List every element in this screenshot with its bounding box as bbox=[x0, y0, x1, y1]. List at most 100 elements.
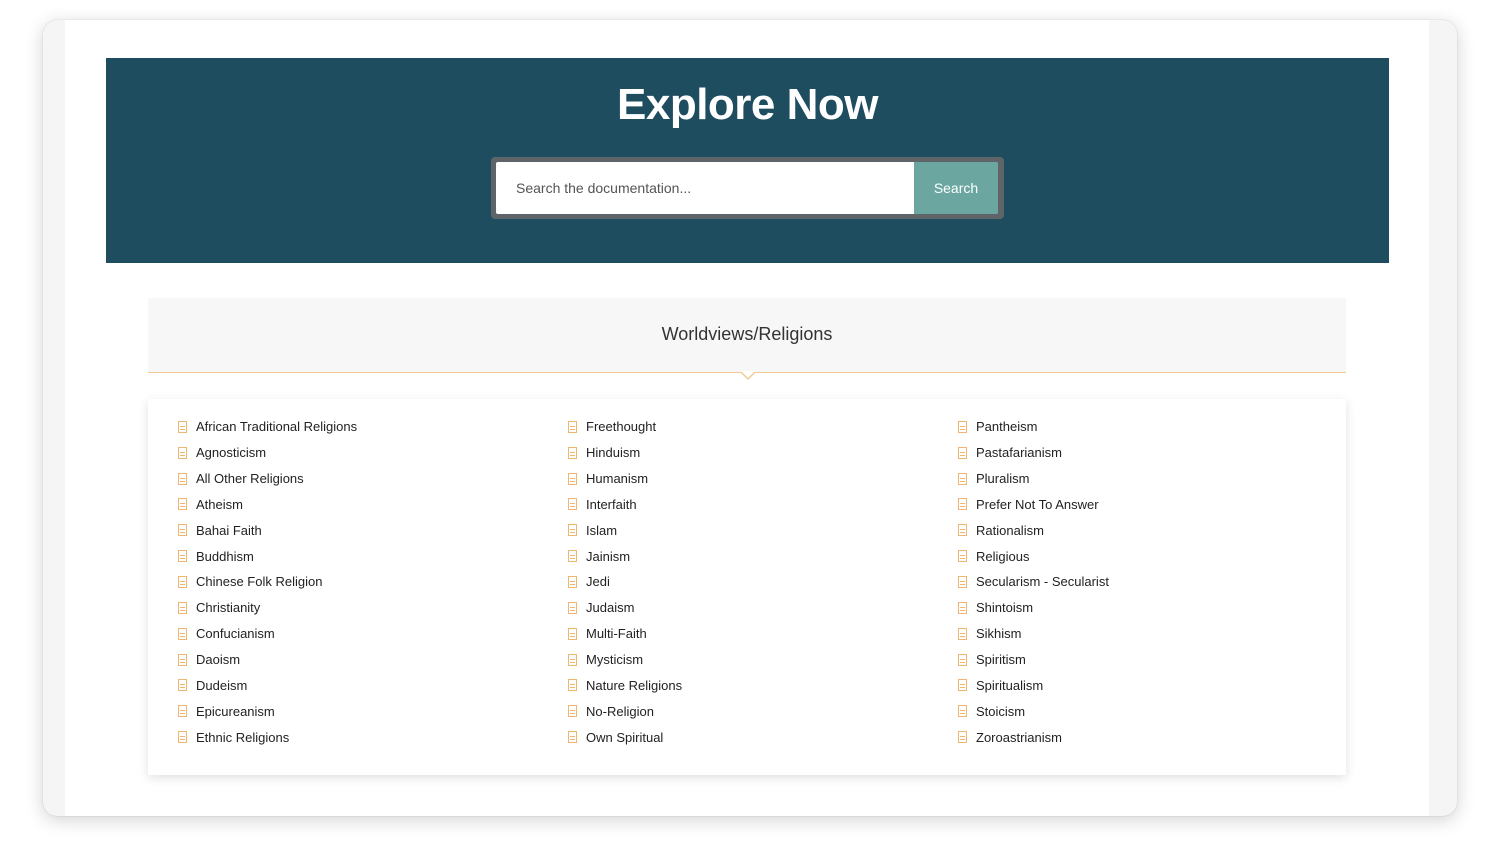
list-item[interactable]: Judaism bbox=[568, 595, 948, 621]
list-item-label: Freethought bbox=[586, 419, 657, 435]
document-icon bbox=[958, 731, 967, 744]
list-item-label: Shintoism bbox=[976, 600, 1034, 616]
list-item-label: Dudeism bbox=[196, 677, 248, 693]
list-item[interactable]: Nature Religions bbox=[568, 672, 948, 698]
list-item-label: Islam bbox=[586, 522, 618, 538]
list-item[interactable]: No-Religion bbox=[568, 698, 948, 724]
list-item[interactable]: Prefer Not To Answer bbox=[958, 492, 1338, 518]
document-icon bbox=[178, 575, 187, 588]
list-item[interactable]: Jainism bbox=[568, 543, 948, 569]
list-item[interactable]: Secularism - Secularist bbox=[958, 569, 1338, 595]
document-icon bbox=[178, 705, 187, 718]
list-item[interactable]: Spiritualism bbox=[958, 672, 1338, 698]
document-icon bbox=[958, 575, 967, 588]
list-item[interactable]: Religious bbox=[958, 543, 1338, 569]
list-item[interactable]: Chinese Folk Religion bbox=[178, 569, 558, 595]
category-title: Worldviews/Religions bbox=[661, 324, 833, 344]
list-item[interactable]: Humanism bbox=[568, 466, 948, 492]
list-item[interactable]: Mysticism bbox=[568, 647, 948, 673]
list-item-label: Mysticism bbox=[586, 652, 644, 668]
list-item[interactable]: Pantheism bbox=[958, 414, 1338, 440]
list-item-label: Daoism bbox=[196, 652, 241, 668]
list-item-label: Pastafarianism bbox=[976, 445, 1062, 461]
list-item[interactable]: Jedi bbox=[568, 569, 948, 595]
list-item[interactable]: All Other Religions bbox=[178, 466, 558, 492]
list-item[interactable]: Rationalism bbox=[958, 517, 1338, 543]
article-list: African Traditional Religions Agnosticism… bbox=[148, 399, 1346, 775]
list-item[interactable]: Christianity bbox=[178, 595, 558, 621]
list-item[interactable]: Daoism bbox=[178, 647, 558, 673]
list-item[interactable]: Zoroastrianism bbox=[958, 724, 1338, 750]
document-icon bbox=[178, 472, 187, 485]
list-item-label: No-Religion bbox=[586, 703, 654, 719]
list-item-label: Epicureanism bbox=[196, 703, 275, 719]
list-item-label: Ethnic Religions bbox=[196, 729, 290, 745]
document-icon bbox=[178, 731, 187, 744]
list-item-label: Secularism - Secularist bbox=[976, 574, 1109, 590]
document-icon bbox=[178, 446, 187, 459]
document-icon bbox=[958, 498, 967, 511]
list-item-label: Nature Religions bbox=[586, 677, 683, 693]
list-item-label: Stoicism bbox=[976, 703, 1026, 719]
list-item[interactable]: Own Spiritual bbox=[568, 724, 948, 750]
list-item[interactable]: Agnosticism bbox=[178, 440, 558, 466]
list-item[interactable]: Confucianism bbox=[178, 621, 558, 647]
article-column-2: Freethought Hinduism Humanism Interfaith Isl… bbox=[568, 414, 948, 750]
document-icon bbox=[958, 446, 967, 459]
list-item[interactable]: Shintoism bbox=[958, 595, 1338, 621]
document-icon bbox=[568, 575, 577, 588]
browser-window: Explore Now Search Worldviews/Religions … bbox=[43, 20, 1457, 816]
list-item-label: Religious bbox=[976, 548, 1030, 564]
list-item-label: Spiritism bbox=[976, 652, 1026, 668]
list-item[interactable]: Buddhism bbox=[178, 543, 558, 569]
list-item[interactable]: Bahai Faith bbox=[178, 517, 558, 543]
document-icon bbox=[958, 653, 967, 666]
list-item-label: Atheism bbox=[196, 496, 243, 512]
list-item[interactable]: Stoicism bbox=[958, 698, 1338, 724]
list-item-label: Sikhism bbox=[976, 626, 1022, 642]
list-item-label: Zoroastrianism bbox=[976, 729, 1062, 745]
search-input[interactable] bbox=[496, 162, 914, 214]
page-content: Explore Now Search Worldviews/Religions … bbox=[65, 20, 1429, 816]
search-button[interactable]: Search bbox=[914, 162, 998, 214]
document-icon bbox=[958, 679, 967, 692]
list-item-label: African Traditional Religions bbox=[196, 419, 358, 435]
list-item-label: Spiritualism bbox=[976, 677, 1044, 693]
list-item-label: Pluralism bbox=[976, 471, 1030, 487]
document-icon bbox=[568, 420, 577, 433]
hero-title: Explore Now bbox=[617, 80, 879, 129]
list-item[interactable]: Islam bbox=[568, 517, 948, 543]
list-item-label: Christianity bbox=[196, 600, 261, 616]
list-item[interactable]: Atheism bbox=[178, 492, 558, 518]
list-item-label: Chinese Folk Religion bbox=[196, 574, 323, 590]
list-item-label: Confucianism bbox=[196, 626, 275, 642]
document-icon bbox=[958, 420, 967, 433]
list-item-label: Judaism bbox=[586, 600, 635, 616]
list-item-label: Rationalism bbox=[976, 522, 1044, 538]
document-icon bbox=[178, 420, 187, 433]
list-item[interactable]: African Traditional Religions bbox=[178, 414, 558, 440]
document-icon bbox=[568, 446, 577, 459]
article-column-3: Pantheism Pastafarianism Pluralism Prefer N… bbox=[958, 414, 1338, 750]
list-item-label: Pantheism bbox=[976, 419, 1038, 435]
document-icon bbox=[568, 498, 577, 511]
search-box: Search bbox=[491, 157, 1004, 219]
document-icon bbox=[958, 550, 967, 563]
list-item[interactable]: Epicureanism bbox=[178, 698, 558, 724]
list-item-label: Jainism bbox=[586, 548, 631, 564]
list-item-label: Multi-Faith bbox=[586, 626, 647, 642]
list-item-label: Bahai Faith bbox=[196, 522, 262, 538]
list-item[interactable]: Ethnic Religions bbox=[178, 724, 558, 750]
list-item[interactable]: Pastafarianism bbox=[958, 440, 1338, 466]
list-item[interactable]: Spiritism bbox=[958, 647, 1338, 673]
list-item[interactable]: Pluralism bbox=[958, 466, 1338, 492]
document-icon bbox=[958, 705, 967, 718]
list-item[interactable]: Sikhism bbox=[958, 621, 1338, 647]
document-icon bbox=[568, 653, 577, 666]
document-icon bbox=[178, 653, 187, 666]
list-item[interactable]: Dudeism bbox=[178, 672, 558, 698]
list-item[interactable]: Freethought bbox=[568, 414, 948, 440]
list-item[interactable]: Multi-Faith bbox=[568, 621, 948, 647]
list-item[interactable]: Interfaith bbox=[568, 492, 948, 518]
list-item[interactable]: Hinduism bbox=[568, 440, 948, 466]
